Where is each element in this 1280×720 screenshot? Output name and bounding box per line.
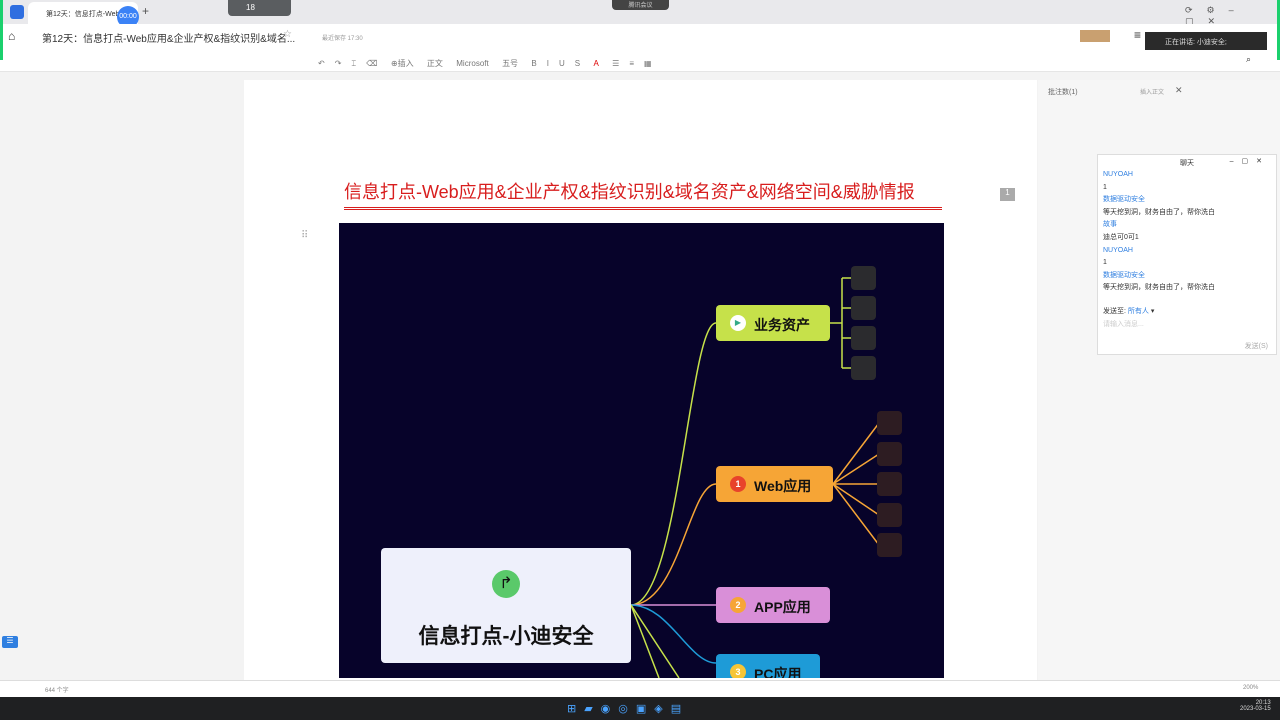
home-icon[interactable]: ⌂ [8,29,15,43]
redo-icon[interactable]: ↷ [335,59,342,68]
size-select[interactable]: 五号 [502,58,518,69]
font-color-icon[interactable]: A [593,59,598,68]
tab-title: 第12天：信息打点-Web... [46,11,126,18]
menu-icon[interactable]: ≡ [1134,28,1141,42]
chat-titlebar: 聊天 –▢✕ [1098,155,1276,169]
taskbar: ⊞▰◉◎▣◈▤ 20:13 2023-03-15 [0,697,1280,720]
send-button[interactable]: 发送(S) [1245,341,1268,351]
chat-window-controls[interactable]: –▢✕ [1230,157,1270,165]
insert-to-body-link[interactable]: 插入正文 [1140,87,1164,96]
star-icon[interactable]: ☆ [283,29,292,40]
send-to-label: 发送至: [1103,308,1126,315]
clear-format-icon[interactable]: ⌫ [366,59,377,68]
table-icon[interactable]: ▦ [644,59,652,68]
branch-pc-app[interactable]: 3 PC应用 [716,654,820,678]
chat-messages: NUYOAH 1 数据驱动安全 等天挖到洞，财务自由了，帮你洗白 故事 迪总可0可1 … [1098,169,1276,304]
font-select[interactable]: Microsoft [456,59,488,68]
taskbar-apps[interactable]: ⊞▰◉◎▣◈▤ [567,702,689,715]
send-to-select[interactable]: 所有人 [1128,308,1149,315]
format-painter-icon[interactable]: ⌶ [351,59,356,69]
message-sender: NUYOAH [1103,246,1133,254]
list-icon[interactable]: ☰ [612,59,619,68]
chat-title: 聊天 [1180,160,1194,167]
number-badge: 2 [730,597,746,613]
underline-icon[interactable]: U [559,59,565,68]
network-widget: 18 [228,0,291,16]
branch-web-app[interactable]: 1 Web应用 [716,466,833,502]
zoom-level[interactable]: 200% [1243,685,1258,691]
bold-icon[interactable]: B [531,59,536,68]
branch-label: PC应用 [754,666,802,678]
message-sender: 数据驱动安全 [1103,271,1145,279]
paragraph-select[interactable]: 正文 [427,58,443,69]
play-icon: ▶ [730,315,746,331]
insert-button[interactable]: ⊕插入 [391,58,414,69]
app-logo-icon [10,5,24,19]
share-arrow-icon: ↱ [492,570,520,598]
outline-toggle-icon[interactable]: ☰ [2,636,18,648]
strike-icon[interactable]: S [575,59,580,68]
new-tab-button[interactable]: + [142,4,149,18]
undo-icon[interactable]: ↶ [318,59,325,68]
message-text: 等天挖到洞，财务自由了，帮你洗白 [1103,284,1215,292]
network-value: 18 [246,3,255,12]
message-sender: 故事 [1103,221,1117,229]
mindmap-image[interactable]: ↱ 信息打点-小迪安全 ▶ 业务资产 1 Web应用 2 APP应用 3 PC应用 [339,223,944,678]
branch-business-assets[interactable]: ▶ 业务资产 [716,305,830,341]
clock-date: 2023-03-15 [1240,706,1271,712]
format-toolbar: ↶ ↷ ⌶ ⌫ ⊕插入 正文 Microsoft 五号 B I U S A ☰ ≡ ▦ ⌕ [0,48,1280,72]
page-badge: 1 [1000,188,1015,201]
number-badge: 3 [730,664,746,678]
speaking-indicator: 正在讲话: 小迪安全; [1145,32,1267,50]
align-icon[interactable]: ≡ [629,59,634,68]
message-text: 1 [1103,259,1107,267]
branch-label: Web应用 [754,478,812,494]
avatar-group[interactable] [1080,30,1110,42]
italic-icon[interactable]: I [547,59,549,68]
mindmap-root-node[interactable]: ↱ 信息打点-小迪安全 [381,548,631,663]
close-icon[interactable]: ✕ [1175,85,1183,96]
root-label: 信息打点-小迪安全 [418,625,594,648]
document-heading[interactable]: 信息打点-Web应用&企业产权&指纹识别&域名资产&网络空间&威胁情报 [344,178,942,210]
message-text: 等天挖到洞，财务自由了，帮你洗白 [1103,208,1215,216]
message-sender: NUYOAH [1103,171,1133,178]
message-text: 迪总可0可1 [1103,233,1139,241]
doc-header: ⌂ 第12天：信息打点-Web应用&企业产权&指纹识别&域名... ☆ 最近保存… [0,24,1280,48]
message-text: 1 [1103,183,1107,191]
doc-title[interactable]: 第12天：信息打点-Web应用&企业产权&指纹识别&域名... [42,30,295,45]
meeting-indicator[interactable]: 腾讯会议 [612,0,669,10]
number-badge: 1 [730,476,746,492]
branch-app[interactable]: 2 APP应用 [716,587,830,623]
search-icon[interactable]: ⌕ [1246,54,1251,65]
branch-label: APP应用 [754,599,811,615]
chat-input[interactable]: 请输入消息... [1098,316,1276,332]
word-count[interactable]: 644 个字 [45,685,69,694]
drag-handle-icon[interactable]: ⠿ [301,230,308,241]
status-bar: 644 个字 200% [0,680,1280,697]
save-status: 最近保存 17:30 [322,36,363,42]
branch-label: 业务资产 [754,317,810,333]
chat-window: 聊天 –▢✕ NUYOAH 1 数据驱动安全 等天挖到洞，财务自由了，帮你洗白 故事迪… [1097,154,1277,355]
insert-label: 插入 [397,59,414,68]
share-border [0,0,3,60]
message-sender: 数据驱动安全 [1103,196,1145,204]
comments-count: 批注数(1) [1048,89,1078,96]
browser-tab-bar: 第12天：信息打点-Web... 00:00 + 18 腾讯会议 ⟳⚙–▢✕ [0,0,1280,28]
